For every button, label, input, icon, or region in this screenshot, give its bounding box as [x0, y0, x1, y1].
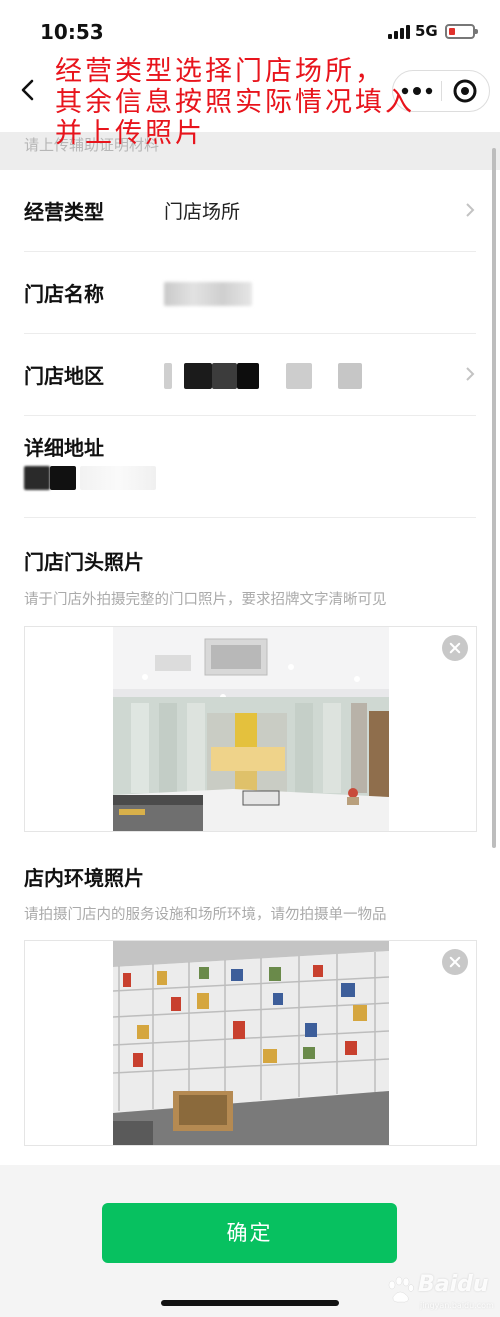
remove-photo-icon[interactable]	[442, 635, 468, 661]
annotation-line: 经营类型选择门店场所，	[55, 56, 385, 87]
scrollbar[interactable]	[492, 148, 496, 848]
detail-address-row[interactable]: 详细地址	[24, 416, 476, 518]
back-arrow-icon[interactable]	[18, 78, 38, 102]
battery-icon	[445, 24, 478, 39]
remove-photo-icon[interactable]	[442, 949, 468, 975]
annotation-line: 并上传照片	[55, 118, 205, 149]
store-region-label: 门店地区	[24, 364, 104, 388]
chevron-right-icon	[466, 203, 475, 217]
paw-icon	[388, 1276, 414, 1303]
business-type-value: 门店场所	[164, 201, 241, 223]
chevron-right-icon	[466, 367, 475, 381]
interior-photo-slot[interactable]	[24, 940, 477, 1146]
status-bar: 10:53 5G	[0, 0, 500, 60]
watermark-url: jingyan.baidu.com	[420, 1301, 494, 1310]
footer: 确定 Baidu jingyan.baidu.com	[0, 1165, 500, 1317]
status-time: 10:53	[40, 20, 104, 44]
interior-photo-title: 店内环境照片	[24, 866, 144, 890]
interior-photo	[113, 941, 389, 1145]
storefront-photo-title: 门店门头照片	[24, 550, 144, 574]
watermark-brand: Baidu	[418, 1272, 489, 1297]
tutorial-annotation: 经营类型选择门店场所， 其余信息按照实际情况填入 并上传照片	[55, 56, 495, 149]
form-card: 经营类型 门店场所 门店名称 门店地区 详细地址 门店门头照片 请于门店外拍摄完…	[0, 170, 500, 1165]
storefront-photo	[113, 627, 389, 831]
interior-photo-hint: 请拍摄门店内的服务设施和场所环境，请勿拍摄单一物品	[24, 907, 387, 923]
detail-address-label: 详细地址	[24, 436, 104, 460]
home-indicator	[161, 1300, 339, 1306]
store-name-label: 门店名称	[24, 282, 104, 306]
network-type: 5G	[415, 22, 438, 40]
business-type-label: 经营类型	[24, 200, 104, 224]
annotation-line: 其余信息按照实际情况填入	[55, 87, 415, 118]
signal-icon	[388, 25, 410, 39]
business-type-row[interactable]: 经营类型 门店场所	[24, 170, 476, 252]
watermark: Baidu jingyan.baidu.com	[382, 1271, 497, 1317]
store-name-row[interactable]: 门店名称	[24, 252, 476, 334]
storefront-photo-slot[interactable]	[24, 626, 477, 832]
storefront-photo-hint: 请于门店外拍摄完整的门口照片，要求招牌文字清晰可见	[24, 592, 387, 608]
confirm-button[interactable]: 确定	[102, 1203, 397, 1263]
store-region-row[interactable]: 门店地区	[24, 334, 476, 416]
